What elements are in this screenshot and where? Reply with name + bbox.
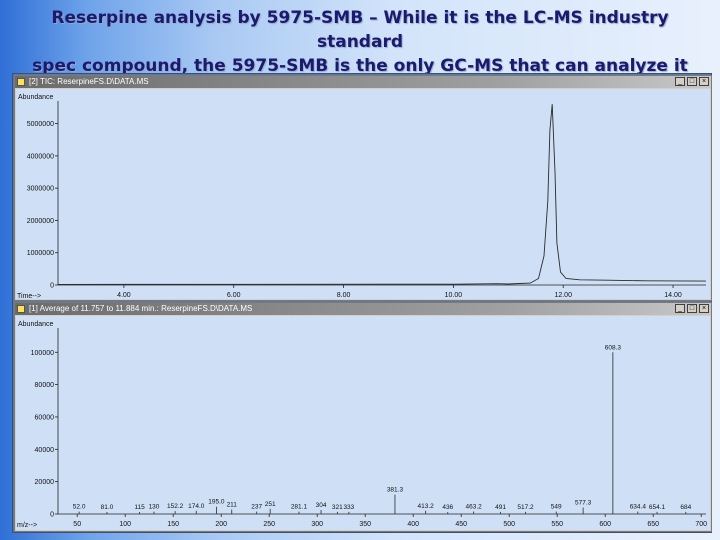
x-tick-label: 4.00 — [117, 292, 131, 299]
peak-label: 634.4 — [630, 504, 647, 511]
mass-spectrum-chart: Abundance m/z--> 0 20000 40000 60000 80000 1000… — [17, 321, 707, 529]
x-tick-label: 14.00 — [664, 292, 682, 299]
x-tick-label: 350 — [359, 521, 371, 528]
x-tick-label: 8.00 — [337, 292, 351, 299]
peak-label: 381.3 — [387, 487, 404, 494]
peak-label: 608.3 — [605, 344, 622, 351]
y-axis-label: Abundance — [18, 321, 54, 328]
peak-label: 281.1 — [291, 504, 308, 511]
tic-plot-area[interactable]: Abundance Time--> 0 1000000 2000000 3000000 40… — [16, 89, 710, 300]
x-axis-label: Time--> — [17, 293, 41, 299]
maximize-button[interactable]: □ — [687, 77, 697, 86]
y-tick-label: 40000 — [35, 447, 55, 454]
y-tick-label: 0 — [50, 283, 54, 290]
peak-label: 491 — [495, 504, 506, 511]
peak-label: 577.3 — [575, 500, 592, 507]
spectrum-window[interactable]: [1] Average of 11.757 to 11.884 min.: Re… — [14, 302, 712, 532]
peak-label: 413.2 — [418, 503, 435, 510]
peak-label: 463.2 — [466, 504, 483, 511]
peak-label: 251 — [265, 501, 276, 508]
close-button[interactable]: × — [699, 77, 709, 86]
close-button[interactable]: × — [699, 304, 709, 313]
window-icon — [17, 78, 25, 86]
peak-label: 174.0 — [188, 503, 205, 510]
screenshot-area: [2] TIC: ReserpineFS.D\DATA.MS _ □ × Abu… — [12, 73, 712, 533]
peak-label: 549 — [551, 504, 562, 511]
peak-label: 152.2 — [167, 503, 184, 510]
y-tick-label: 3000000 — [27, 186, 54, 193]
peak-label: 304 — [316, 502, 327, 509]
peak-label: 81.0 — [101, 504, 114, 511]
slide-title: Reserpine analysis by 5975-SMB – While i… — [8, 6, 712, 78]
y-tick-label: 20000 — [35, 479, 55, 486]
peak-label: 654.1 — [649, 504, 666, 511]
x-tick-label: 6.00 — [227, 292, 241, 299]
x-tick-label: 150 — [167, 521, 179, 528]
x-tick-label: 700 — [695, 521, 707, 528]
x-tick-label: 250 — [263, 521, 275, 528]
y-tick-label: 1000000 — [27, 250, 54, 257]
peak-label: 684 — [680, 504, 691, 511]
x-tick-label: 450 — [455, 521, 467, 528]
peak-label: 195.0 — [208, 499, 225, 506]
peak-label: 237 — [251, 504, 262, 511]
x-tick-label: 100 — [119, 521, 131, 528]
peak-label: 517.2 — [517, 504, 534, 511]
peak-label: 211 — [227, 501, 238, 508]
spectrum-window-title: [1] Average of 11.757 to 11.884 min.: Re… — [29, 304, 253, 313]
spectrum-window-titlebar[interactable]: [1] Average of 11.757 to 11.884 min.: Re… — [15, 303, 711, 315]
y-tick-label: 0 — [50, 512, 54, 519]
y-tick-label: 2000000 — [27, 218, 54, 225]
minimize-button[interactable]: _ — [675, 304, 685, 313]
y-tick-label: 60000 — [35, 414, 55, 421]
x-axis-label: m/z--> — [17, 522, 37, 529]
y-tick-label: 4000000 — [27, 153, 54, 160]
peak-label: 115 — [134, 504, 145, 511]
tic-trace — [57, 104, 707, 285]
peak-label: 436 — [442, 504, 453, 511]
y-tick-label: 80000 — [35, 382, 55, 389]
tic-chart: Abundance Time--> 0 1000000 2000000 3000000 40… — [17, 94, 707, 300]
window-icon — [17, 305, 25, 313]
x-tick-label: 12.00 — [554, 292, 572, 299]
tic-window-title: [2] TIC: ReserpineFS.D\DATA.MS — [29, 77, 149, 86]
x-tick-label: 400 — [407, 521, 419, 528]
tic-window[interactable]: [2] TIC: ReserpineFS.D\DATA.MS _ □ × Abu… — [14, 75, 712, 301]
slide-title-line1: Reserpine analysis by 5975-SMB – While i… — [51, 8, 669, 52]
x-tick-label: 10.00 — [445, 292, 463, 299]
y-tick-label: 5000000 — [27, 121, 54, 128]
tic-window-titlebar[interactable]: [2] TIC: ReserpineFS.D\DATA.MS _ □ × — [15, 76, 711, 88]
x-tick-label: 300 — [311, 521, 323, 528]
peak-label: 333 — [343, 504, 354, 511]
maximize-button[interactable]: □ — [687, 304, 697, 313]
x-tick-label: 600 — [599, 521, 611, 528]
x-tick-label: 50 — [73, 521, 81, 528]
y-tick-label: 100000 — [31, 350, 54, 357]
x-tick-label: 500 — [503, 521, 515, 528]
minimize-button[interactable]: _ — [675, 77, 685, 86]
peak-label: 321 — [332, 504, 343, 511]
peak-label: 52.0 — [73, 504, 86, 511]
y-axis-label: Abundance — [18, 94, 54, 101]
x-tick-label: 650 — [647, 521, 659, 528]
x-tick-label: 200 — [215, 521, 227, 528]
x-tick-label: 550 — [551, 521, 563, 528]
peak-label: 130 — [149, 504, 160, 511]
spectrum-plot-area[interactable]: Abundance m/z--> 0 20000 40000 60000 80000 1000… — [16, 316, 710, 530]
